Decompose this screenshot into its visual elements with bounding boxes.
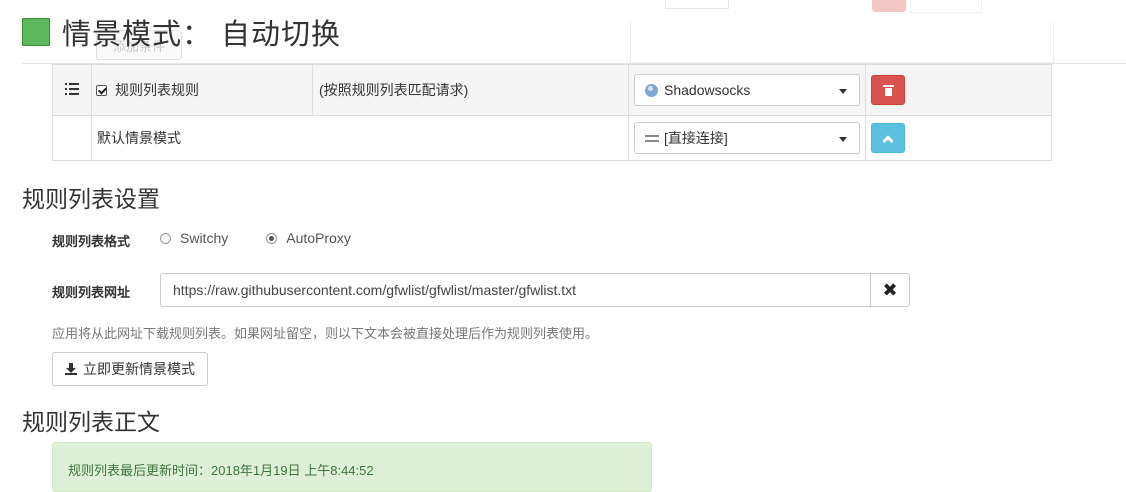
rule-list-url-input[interactable]: https://raw.githubusercontent.com/gfwlis… xyxy=(160,273,871,307)
condition-detail-cell: (按照规则列表匹配请求) xyxy=(312,64,629,116)
rule-list-settings-heading: 规则列表设置 xyxy=(22,186,160,212)
caret-down-icon xyxy=(839,89,847,94)
switch-rules-table: 规则列表规则 (按照规则列表匹配请求) Shadowsocks 默认情景模式 [… xyxy=(52,64,1052,161)
radio-switchy[interactable] xyxy=(160,232,171,244)
list-handle-icon xyxy=(65,83,79,95)
page-title: 情景模式： 自动切换 xyxy=(62,19,342,51)
radio-autoproxy[interactable] xyxy=(266,232,278,244)
close-icon: ✖ xyxy=(882,279,898,300)
url-label: 规则列表网址 xyxy=(52,285,131,300)
condition-type-label: 规则列表规则 xyxy=(115,82,199,98)
table-row: 默认情景模式 [直接连接] xyxy=(52,115,1052,161)
last-updated-text: 规则列表最后更新时间：2018年1月19日 上午8:44:52 xyxy=(68,463,374,478)
clear-url-button[interactable]: ✖ xyxy=(870,273,910,307)
profile-select-value: Shadowsocks xyxy=(664,82,751,98)
radio-switchy-label[interactable]: Switchy xyxy=(180,230,228,246)
condition-detail-text: (按照规则列表匹配请求) xyxy=(319,82,469,98)
default-profile-label: 默认情景模式 xyxy=(97,130,181,146)
update-profile-button[interactable]: 立即更新情景模式 xyxy=(52,352,208,386)
delete-rule-button[interactable] xyxy=(871,75,905,105)
trash-icon xyxy=(882,84,894,96)
default-profile-cell: 默认情景模式 xyxy=(91,115,629,161)
drag-handle[interactable] xyxy=(52,64,92,116)
action-cell xyxy=(865,64,1052,116)
chevron-up-icon xyxy=(882,135,894,147)
move-up-button[interactable] xyxy=(871,123,905,153)
globe-icon xyxy=(645,83,658,97)
download-icon xyxy=(65,363,77,375)
url-help-text: 应用将从此网址下载规则列表。如果网址留空，则以下文本会被直接处理后作为规则列表使… xyxy=(52,326,599,341)
empty-handle-cell xyxy=(52,115,92,161)
default-profile-select-value: [直接连接] xyxy=(664,130,728,146)
condition-enabled-checkbox[interactable] xyxy=(96,84,107,96)
radio-autoproxy-label[interactable]: AutoProxy xyxy=(286,230,351,246)
profile-cell: Shadowsocks xyxy=(628,64,866,116)
update-profile-label: 立即更新情景模式 xyxy=(83,361,195,377)
profile-cell: [直接连接] xyxy=(628,115,866,161)
format-label: 规则列表格式 xyxy=(52,234,131,249)
default-profile-select[interactable]: [直接连接] xyxy=(634,122,860,154)
condition-type-cell: 规则列表规则 xyxy=(91,64,313,116)
action-cell xyxy=(865,115,1052,161)
profile-select[interactable]: Shadowsocks xyxy=(634,74,860,106)
profile-color-swatch[interactable] xyxy=(22,18,50,46)
table-row: 规则列表规则 (按照规则列表匹配请求) Shadowsocks xyxy=(52,64,1052,116)
caret-down-icon xyxy=(839,137,847,142)
scrolled-select xyxy=(665,0,729,9)
rule-list-text-heading: 规则列表正文 xyxy=(22,409,160,435)
rule-list-url-value: https://raw.githubusercontent.com/gfwlis… xyxy=(173,282,577,298)
page-header: 情景模式： 自动切换 xyxy=(22,10,1126,54)
direct-connection-icon xyxy=(645,133,659,143)
format-radio-group: Switchy AutoProxy xyxy=(160,230,389,246)
last-updated-alert: 规则列表最后更新时间：2018年1月19日 上午8:44:52 xyxy=(52,442,652,492)
